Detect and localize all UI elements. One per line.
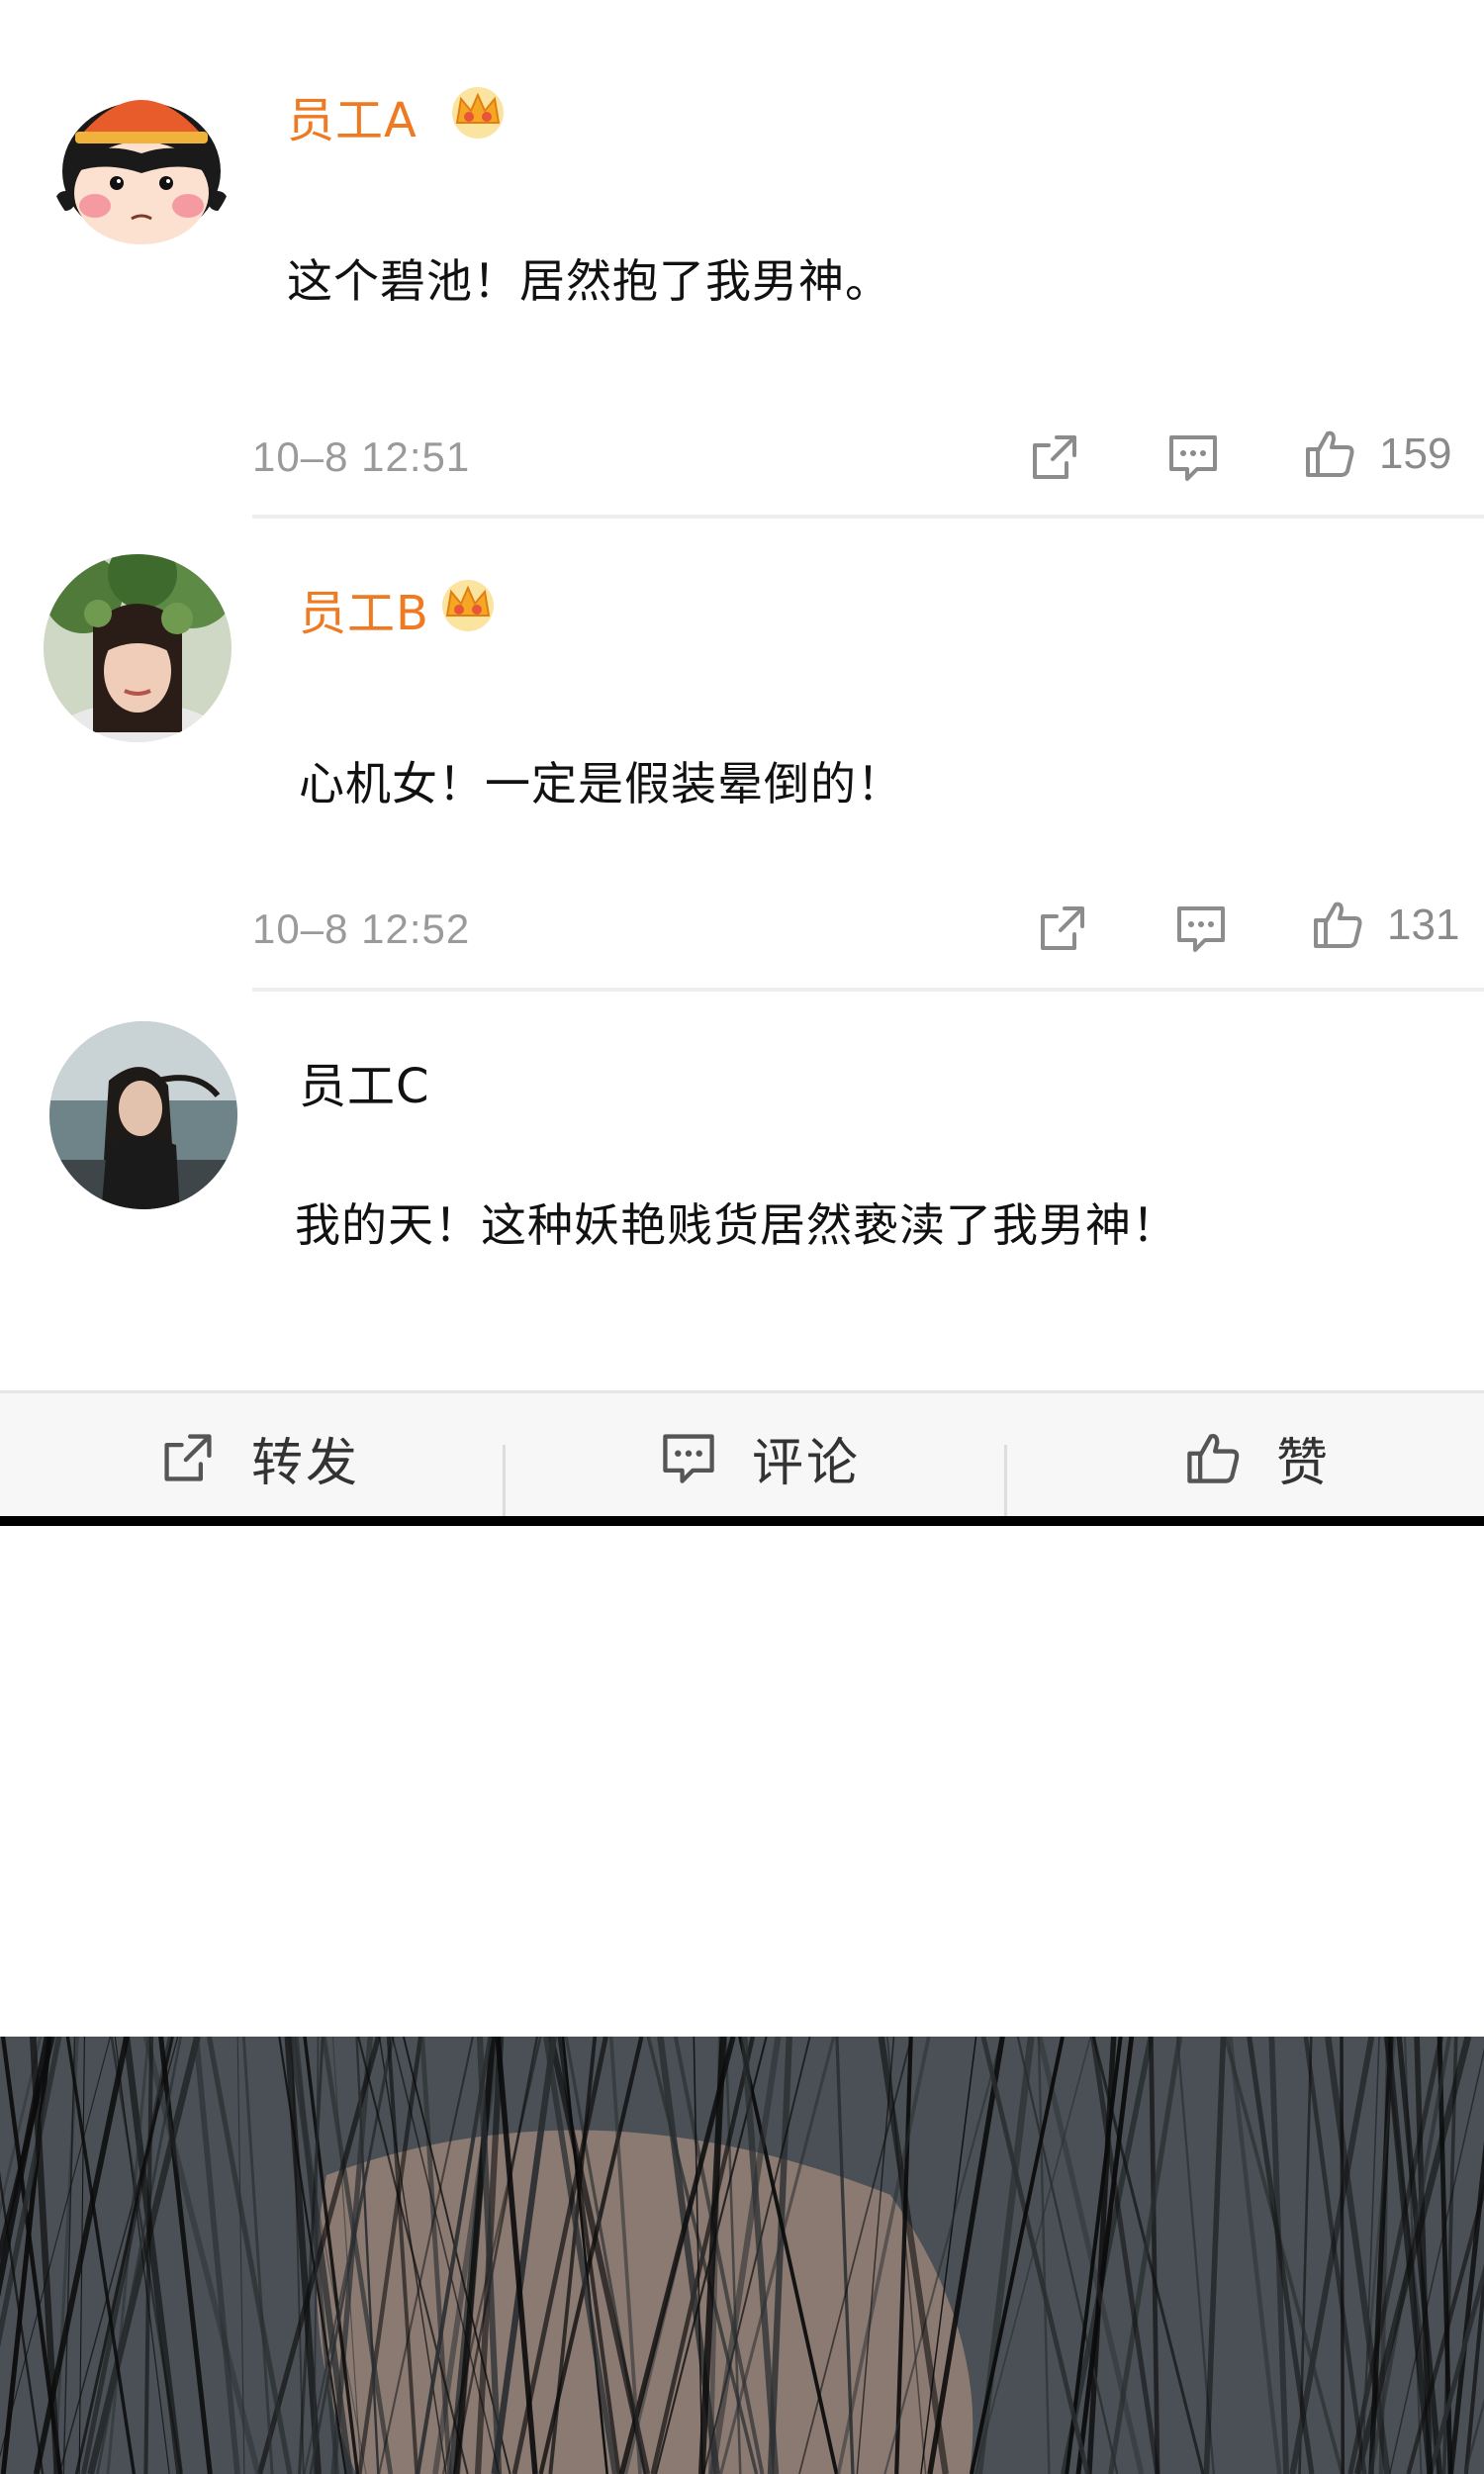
comment-icon[interactable] xyxy=(1173,901,1229,956)
speed-lines-illustration xyxy=(0,2037,1484,2474)
like-button[interactable]: 赞 xyxy=(1183,1393,1331,1522)
share-icon xyxy=(164,1434,212,1481)
comment-text: 我的天！这种妖艳贱货居然亵渎了我男神！ xyxy=(295,1198,1178,1252)
speed-line xyxy=(1340,2037,1345,2474)
comment-label: 评论 xyxy=(752,1433,862,1493)
timestamp: 10–8 12:52 xyxy=(252,905,471,952)
repost-button[interactable]: 转发 xyxy=(158,1393,360,1522)
username[interactable]: 员工B xyxy=(299,574,429,643)
share-icon[interactable] xyxy=(1027,429,1082,485)
avatar[interactable] xyxy=(49,1021,237,1209)
manga-speed-lines-panel xyxy=(0,2037,1484,2474)
timestamp: 10–8 12:51 xyxy=(252,433,471,480)
comment-text: 心机女！一定是假装晕倒的！ xyxy=(299,757,903,810)
cartoon-girl-avatar-icon xyxy=(47,62,235,250)
separator xyxy=(1004,1445,1007,1519)
girl-with-leaves-avatar-icon xyxy=(44,554,232,742)
avatar[interactable] xyxy=(44,554,232,742)
vip-crown-icon xyxy=(437,576,499,631)
username[interactable]: 员工C xyxy=(299,1047,430,1116)
separator xyxy=(503,1445,506,1519)
action-bar: 转发 评论 赞 xyxy=(0,1390,1484,1519)
username[interactable]: 员工A xyxy=(287,81,417,150)
vip-crown-icon xyxy=(447,83,509,139)
divider xyxy=(252,988,1484,992)
avatar[interactable] xyxy=(47,62,235,250)
comment-button[interactable]: 评论 xyxy=(659,1393,861,1522)
thumbs-up-icon[interactable] xyxy=(1302,426,1357,481)
repost-label: 转发 xyxy=(251,1433,361,1493)
girl-by-sea-avatar-icon xyxy=(49,1021,237,1209)
like-label: 赞 xyxy=(1276,1433,1332,1493)
thumbs-up-icon xyxy=(1187,1434,1240,1483)
like-count: 159 xyxy=(1379,429,1452,478)
comment-list-panel: 员工A 这个碧池！居然抱了我男神。 10–8 12:51 159 员工B 心机女… xyxy=(0,0,1484,1529)
comment-text: 这个碧池！居然抱了我男神。 xyxy=(287,254,891,308)
thumbs-up-icon[interactable] xyxy=(1310,897,1365,952)
comment-icon xyxy=(663,1434,714,1483)
panel-border xyxy=(0,1516,1484,1526)
divider xyxy=(252,515,1484,519)
comment-icon[interactable] xyxy=(1165,429,1221,485)
like-count: 131 xyxy=(1387,901,1460,949)
share-icon[interactable] xyxy=(1035,901,1090,956)
